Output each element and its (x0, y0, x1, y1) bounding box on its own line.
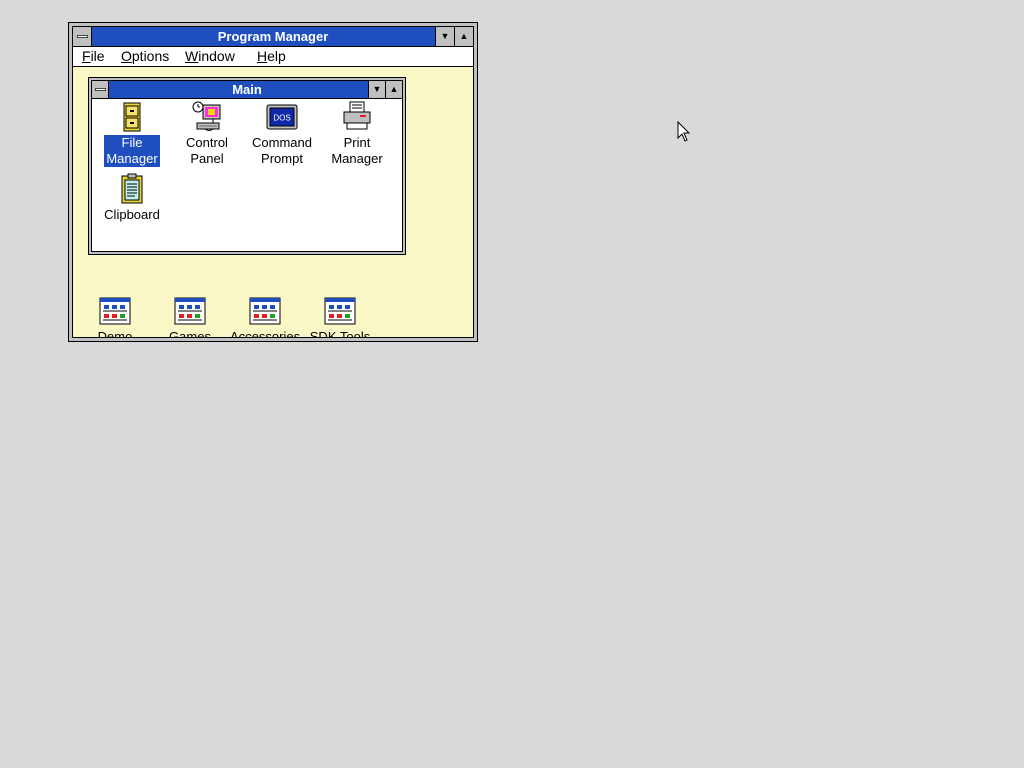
menu-options[interactable]: Options (121, 47, 169, 66)
program-group-icon (99, 297, 131, 325)
group-sdk-tools[interactable]: SDK Tools (303, 295, 377, 338)
window-title: Program Manager (217, 29, 329, 44)
program-group-icon (249, 297, 281, 325)
system-menu-icon (77, 35, 88, 38)
icon-label: Games (169, 329, 211, 338)
system-menu-button[interactable] (73, 27, 92, 46)
printer-icon (343, 101, 371, 130)
control-panel-icon-item[interactable]: Control Panel (170, 101, 244, 167)
dos-prompt-icon: DOS (266, 104, 298, 130)
menu-help[interactable]: Help (257, 47, 286, 66)
icon-label: Command Prompt (252, 135, 312, 166)
main-group-title: Main (232, 82, 262, 97)
clipboard-icon (121, 173, 143, 204)
program-group-icon (324, 297, 356, 325)
group-games[interactable]: Games (153, 295, 227, 338)
command-prompt-icon-item[interactable]: DOS Command Prompt (245, 101, 319, 167)
file-cabinet-icon (123, 102, 141, 132)
icon-label: Demo (97, 329, 133, 338)
print-manager-icon-item[interactable]: Print Manager (320, 101, 394, 167)
program-manager-window[interactable]: Program Manager ▼ ▲ File Options Window … (68, 22, 478, 342)
file-manager-icon-item[interactable]: File Manager (95, 101, 169, 167)
group-accessories[interactable]: Accessories (228, 295, 302, 338)
icon-label: Clipboard (104, 207, 160, 222)
icon-label: Accessories (230, 329, 301, 338)
program-group-icon (174, 297, 206, 325)
main-minimize-button[interactable]: ▼ (368, 81, 385, 98)
menu-bar: File Options Window Help (73, 47, 473, 67)
menu-window[interactable]: Window (185, 47, 235, 66)
clipboard-icon-item[interactable]: Clipboard (95, 173, 169, 223)
group-demo[interactable]: Demo (78, 295, 152, 338)
control-panel-icon (192, 101, 221, 131)
minimize-button[interactable]: ▼ (435, 27, 454, 46)
system-menu-icon (95, 88, 106, 91)
program-manager-titlebar[interactable]: Program Manager ▼ ▲ (73, 27, 473, 47)
icon-label: File Manager (104, 135, 160, 167)
menu-file[interactable]: File (82, 47, 105, 66)
program-manager-workspace: Main ▼ ▲ File Manager Control Panel DOS … (73, 67, 473, 337)
main-system-menu-button[interactable] (92, 81, 109, 98)
icon-label: Control Panel (186, 135, 228, 166)
main-group-titlebar[interactable]: Main ▼ ▲ (92, 81, 402, 99)
icon-label: SDK Tools (309, 329, 371, 338)
dos-text: DOS (273, 114, 290, 123)
icon-label: Print Manager (331, 135, 383, 166)
maximize-button[interactable]: ▲ (454, 27, 473, 46)
main-maximize-button[interactable]: ▲ (385, 81, 402, 98)
mouse-cursor-icon (677, 121, 691, 142)
main-group-window[interactable]: Main ▼ ▲ File Manager Control Panel DOS … (88, 77, 406, 255)
